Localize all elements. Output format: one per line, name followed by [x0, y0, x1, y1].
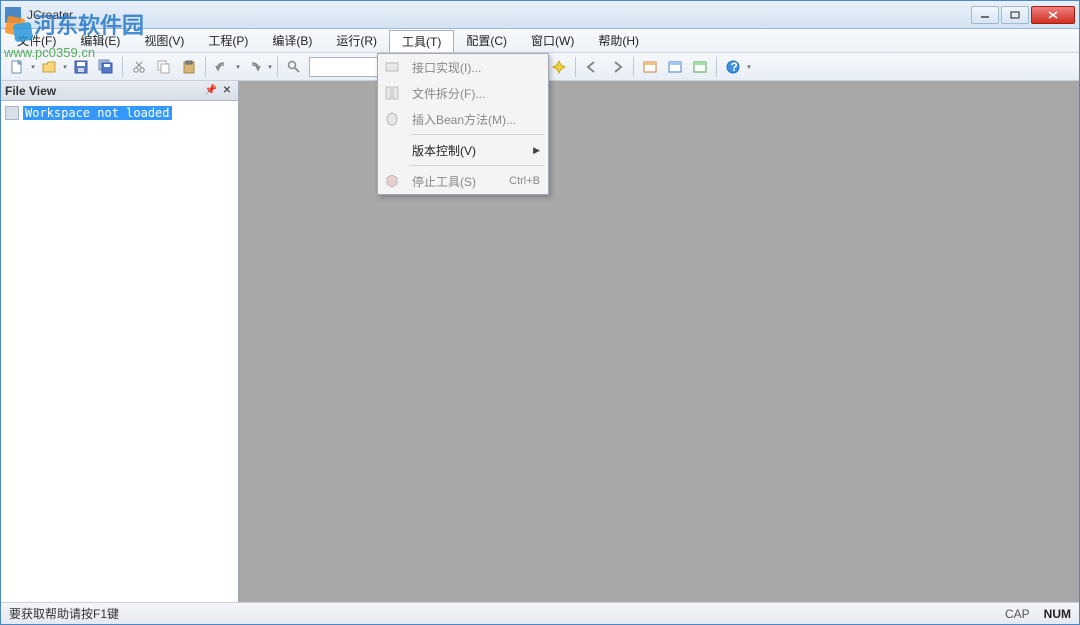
pin-icon[interactable]: 📌 [204, 84, 218, 98]
menu-interface-impl: 接口实现(I)... [378, 54, 548, 80]
tools-dropdown-menu: 接口实现(I)... 文件拆分(F)... 插入Bean方法(M)... 版本控… [377, 53, 549, 195]
title-bar[interactable]: JCreator [1, 1, 1079, 29]
status-help-text: 要获取帮助请按F1键 [9, 605, 119, 622]
panel-title: File View [5, 84, 56, 98]
menu-stop-tool: 停止工具(S) Ctrl+B [378, 168, 548, 194]
copy-button[interactable] [153, 56, 175, 78]
open-button[interactable] [38, 56, 60, 78]
menu-file-split: 文件拆分(F)... [378, 80, 548, 106]
tree-node-label: Workspace not loaded [23, 106, 172, 120]
paste-button[interactable] [178, 56, 200, 78]
save-all-button[interactable] [95, 56, 117, 78]
stop-icon [378, 168, 406, 194]
workspace-button[interactable] [639, 56, 661, 78]
new-file-dropdown[interactable]: ▾ [30, 56, 36, 78]
redo-button[interactable] [243, 56, 265, 78]
menu-version-control[interactable]: 版本控制(V) ▶ [378, 137, 548, 163]
status-num: NUM [1044, 607, 1071, 621]
maximize-button[interactable] [1001, 6, 1029, 24]
tree-node[interactable]: Workspace not loaded [5, 105, 234, 121]
redo-dropdown[interactable]: ▾ [267, 56, 273, 78]
menu-edit[interactable]: 编辑(E) [68, 29, 132, 52]
workspace-icon [5, 106, 19, 120]
bean-icon [378, 106, 406, 132]
editor-area [239, 81, 1079, 602]
debug-button[interactable] [548, 56, 570, 78]
menu-configure[interactable]: 配置(C) [454, 29, 519, 52]
menu-file[interactable]: 文件(F) [5, 29, 68, 52]
menu-tools[interactable]: 工具(T) [389, 30, 454, 52]
svg-text:?: ? [731, 60, 738, 74]
menu-separator [410, 165, 544, 166]
menu-help[interactable]: 帮助(H) [586, 29, 651, 52]
cut-button[interactable] [128, 56, 150, 78]
find-button[interactable] [283, 56, 305, 78]
file-view-panel: File View 📌 ✕ Workspace not loaded [1, 81, 239, 602]
save-button[interactable] [70, 56, 92, 78]
menu-separator [410, 134, 544, 135]
status-cap: CAP [1005, 607, 1030, 621]
nav-forward-button[interactable] [606, 56, 628, 78]
status-bar: 要获取帮助请按F1键 CAP NUM [1, 602, 1079, 624]
close-button[interactable] [1031, 6, 1075, 24]
undo-button[interactable] [211, 56, 233, 78]
output-button[interactable] [689, 56, 711, 78]
menu-run[interactable]: 运行(R) [324, 29, 389, 52]
menu-view[interactable]: 视图(V) [132, 29, 196, 52]
menu-project[interactable]: 工程(P) [196, 29, 260, 52]
menu-insert-bean: 插入Bean方法(M)... [378, 106, 548, 132]
nav-back-button[interactable] [581, 56, 603, 78]
split-icon [378, 80, 406, 106]
menu-build[interactable]: 编译(B) [260, 29, 324, 52]
help-dropdown[interactable]: ▾ [746, 56, 752, 78]
window-title: JCreator [27, 8, 971, 22]
menu-bar: 文件(F) 编辑(E) 视图(V) 工程(P) 编译(B) 运行(R) 工具(T… [1, 29, 1079, 53]
shortcut-label: Ctrl+B [509, 175, 540, 187]
interface-icon [378, 54, 406, 80]
minimize-button[interactable] [971, 6, 999, 24]
help-button[interactable]: ? [722, 56, 744, 78]
open-dropdown[interactable]: ▾ [62, 56, 68, 78]
file-tree[interactable]: Workspace not loaded [1, 101, 238, 602]
panel-close-icon[interactable]: ✕ [220, 84, 234, 98]
menu-window[interactable]: 窗口(W) [519, 29, 586, 52]
class-view-button[interactable] [664, 56, 686, 78]
undo-dropdown[interactable]: ▾ [235, 56, 241, 78]
new-file-button[interactable] [6, 56, 28, 78]
app-icon [5, 7, 21, 23]
submenu-arrow-icon: ▶ [533, 145, 540, 156]
